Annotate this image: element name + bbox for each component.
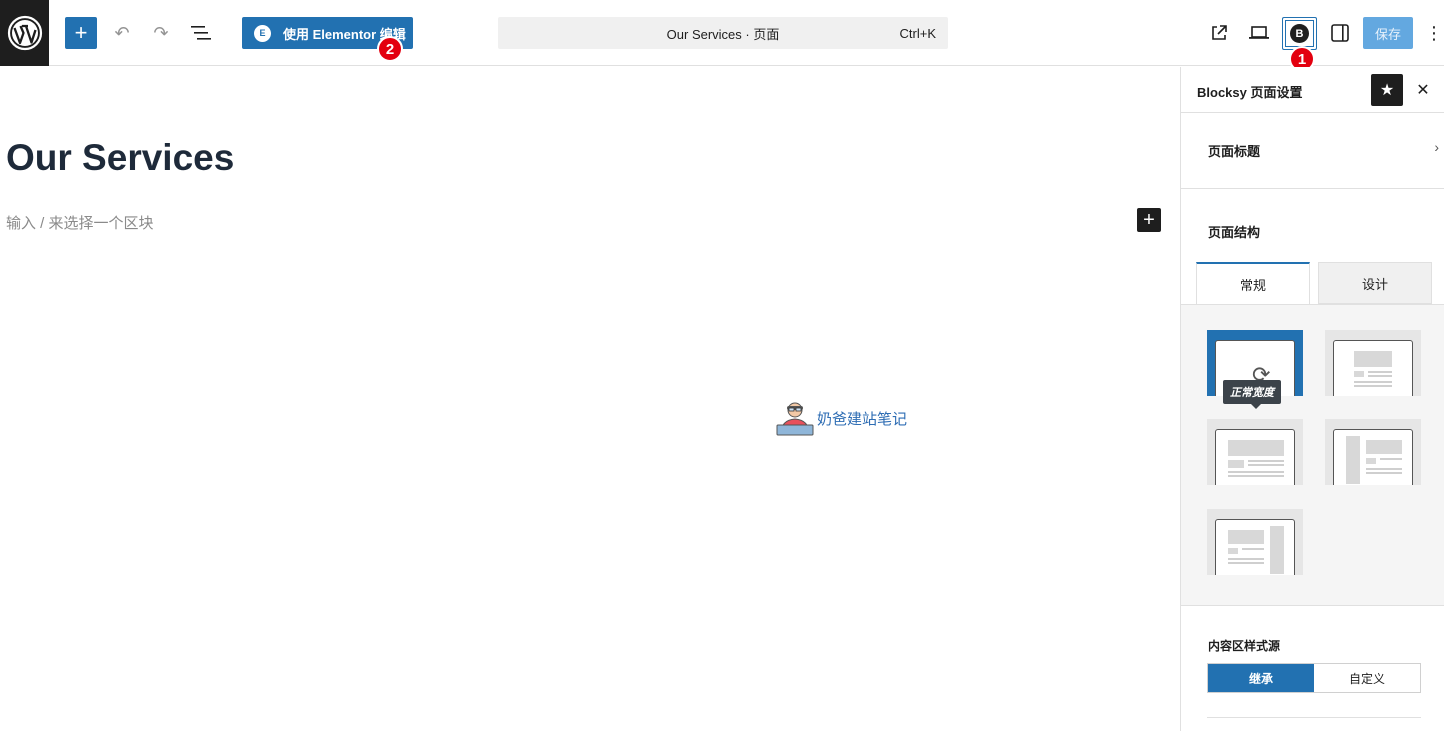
layout-full-width[interactable] [1207,419,1303,485]
blocksy-settings-panel: Blocksy 页面设置 ★ ✕ 页面标题 › 页面结构 常规 设计 ⟳ 正常宽… [1180,67,1444,731]
add-block-button[interactable]: + [65,17,97,49]
shortcut-hint: Ctrl+K [899,26,936,41]
document-title: Our Services · 页面 [666,26,780,42]
page-structure-label: 页面结构 [1208,225,1261,240]
editor-header: + ↶ ↷ E 使用 Elementor 编辑 2 Our Services ·… [0,0,1444,72]
blocksy-settings-button[interactable]: B [1282,17,1317,50]
star-icon[interactable]: ★ [1371,74,1403,106]
structure-tabs: 常规 设计 [1196,262,1444,304]
source-custom-option[interactable]: 自定义 [1314,664,1420,692]
view-page-icon[interactable] [1204,17,1234,49]
panel-title: Blocksy 页面设置 [1197,85,1303,100]
content-source-label: 内容区样式源 [1208,639,1281,653]
undo-icon[interactable]: ↶ [108,17,136,49]
blocksy-icon: B [1290,24,1309,43]
page-title[interactable]: Our Services [6,137,234,179]
list-view-icon[interactable] [186,17,216,49]
close-icon[interactable]: ✕ [1411,74,1435,106]
annotation-badge-2: 2 [377,36,403,62]
editor-canvas[interactable]: Our Services 输入 / 来选择一个区块 + 奶爸建站笔记 [0,67,1180,731]
wordpress-logo-icon[interactable] [0,0,49,66]
block-placeholder[interactable]: 输入 / 来选择一个区块 [6,212,154,233]
layout-narrow-width[interactable] [1325,330,1421,396]
watermark-text: 奶爸建站笔记 [817,410,908,428]
watermark: 奶爸建站笔记 [775,398,907,438]
page-title-section-label: 页面标题 [1208,144,1261,159]
inline-add-block-button[interactable]: + [1137,208,1161,232]
structure-options: ⟳ 正常宽度 [1181,304,1444,606]
command-palette-bar[interactable]: Our Services · 页面 Ctrl+K [498,17,948,49]
page-title-section[interactable]: 页面标题 › [1181,113,1444,189]
layout-left-sidebar[interactable] [1325,419,1421,485]
settings-sidebar-icon[interactable] [1325,17,1355,49]
panel-header: Blocksy 页面设置 ★ ✕ [1181,67,1444,113]
content-source-toggle: 继承 自定义 [1207,663,1421,693]
layout-right-sidebar[interactable] [1207,509,1303,575]
chevron-right-icon: › [1434,139,1439,155]
redo-icon[interactable]: ↷ [147,17,175,49]
tab-design[interactable]: 设计 [1318,262,1432,304]
layout-tooltip: 正常宽度 [1223,380,1281,409]
divider [1207,717,1421,718]
save-button[interactable]: 保存 [1363,17,1413,49]
tab-general[interactable]: 常规 [1196,262,1310,304]
source-inherit-option[interactable]: 继承 [1208,664,1314,692]
avatar-icon [776,402,814,436]
elementor-icon: E [254,24,271,42]
more-options-icon[interactable]: ⋮ [1424,17,1444,49]
device-preview-icon[interactable] [1244,17,1274,49]
